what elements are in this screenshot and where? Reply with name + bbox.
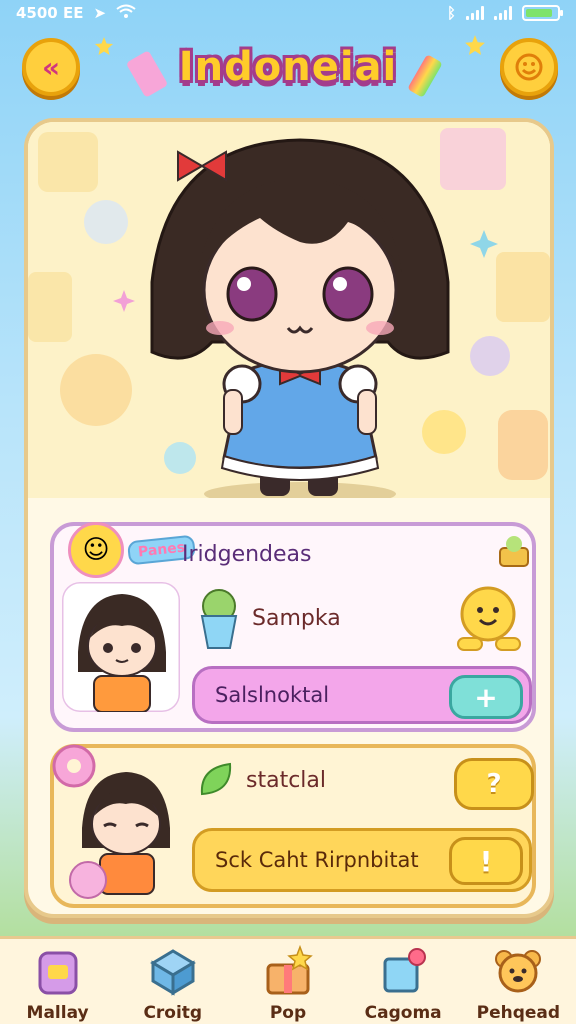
bg-doodle-gift xyxy=(496,252,550,322)
smiley-sun-icon xyxy=(515,53,543,81)
nav-label: Croitg xyxy=(143,1003,203,1023)
character-portrait xyxy=(28,122,550,498)
character-eye-shine-left xyxy=(237,277,251,291)
nav-item-croitg[interactable]: Croitg xyxy=(121,945,225,1023)
bottom-nav: Mallay Croitg Pop Cagoma Pehqead xyxy=(0,936,576,1024)
bg-doodle-bag xyxy=(28,272,72,342)
bg-doodle-box xyxy=(440,128,506,190)
battery-icon xyxy=(522,5,563,21)
nav-item-cagoma[interactable]: Cagoma xyxy=(351,945,455,1023)
ingredients-panel: ☺ Panes Iridgendeas Sampka Salslnoktal + xyxy=(50,522,536,732)
cat-face-icon: ☺ xyxy=(68,522,124,578)
bluetooth-icon: ᛒ xyxy=(446,4,456,22)
gift-box-icon xyxy=(266,945,313,995)
box-icon xyxy=(149,949,196,996)
bg-doodle-cone xyxy=(498,410,548,480)
ice-cream-cup-icon xyxy=(200,589,238,649)
bg-doodle-flower xyxy=(164,442,196,474)
bear-icon xyxy=(495,950,542,993)
item-row-sampka[interactable]: Sampka xyxy=(194,586,341,650)
question-mark-icon: ? xyxy=(486,769,502,799)
add-button[interactable]: + xyxy=(449,675,523,719)
character-eye-left xyxy=(226,266,278,322)
bg-doodle-cube xyxy=(38,132,98,192)
panes-badge: ☺ Panes xyxy=(68,522,197,578)
wifi-icon xyxy=(116,4,136,22)
character-arm-left xyxy=(223,389,243,435)
plus-icon: + xyxy=(474,680,498,714)
action-label: Salslnoktal xyxy=(215,683,330,707)
character-arm-right xyxy=(357,389,377,435)
salsinoktal-action-bar[interactable]: Salslnoktal + xyxy=(192,666,532,724)
nav-item-pehqead[interactable]: Pehqead xyxy=(466,945,570,1023)
character-cheek-right xyxy=(366,321,394,335)
help-button[interactable]: ? xyxy=(454,758,534,810)
item-label: statclal xyxy=(246,767,326,793)
nav-label: Cagoma xyxy=(364,1003,442,1023)
nav-item-mallay[interactable]: Mallay xyxy=(6,945,110,1023)
character-eye-shine-right xyxy=(333,277,347,291)
game-title: Indoneiai xyxy=(178,44,398,90)
nav-label: Mallay xyxy=(26,1003,89,1023)
item-label: Sampka xyxy=(252,605,341,631)
leaf-icon xyxy=(200,762,232,796)
sleepy-girl-avatar xyxy=(69,772,170,899)
bg-doodle-puff xyxy=(422,410,466,454)
signal-icon xyxy=(466,6,484,20)
nav-item-pop[interactable]: Pop xyxy=(236,945,340,1023)
character-eye-right xyxy=(322,266,374,322)
jar-icon xyxy=(38,951,78,995)
panel-heading: Iridgendeas xyxy=(182,542,312,567)
chef-girl-avatar xyxy=(62,582,180,712)
cube-icon xyxy=(383,948,427,993)
statclal-panel: statclal ? Sck Caht Rirpnbitat ! xyxy=(50,744,536,908)
status-time: 4500 EE xyxy=(16,4,84,22)
character-card: ☺ Panes Iridgendeas Sampka Salslnoktal + xyxy=(24,118,554,918)
nav-label: Pehqead xyxy=(476,1003,561,1023)
nav-label: Pop xyxy=(269,1003,307,1023)
exclamation-icon: ! xyxy=(479,844,493,878)
location-icon: ➤ xyxy=(93,4,107,22)
smiley-menu-button[interactable] xyxy=(500,38,558,96)
bg-doodle-ghost xyxy=(84,200,128,244)
item-row-statclal[interactable]: statclal xyxy=(194,758,326,802)
star-icon-2 xyxy=(465,35,485,55)
signal-icon-2 xyxy=(494,6,512,20)
header: « Indoneiai xyxy=(0,34,576,104)
yellow-blob-mascot-icon xyxy=(457,586,521,651)
sck-caht-action-bar[interactable]: Sck Caht Rirpnbitat ! xyxy=(192,828,532,892)
status-bar: 4500 EE ➤ ᛒ xyxy=(0,0,576,26)
cake-icon xyxy=(499,536,529,567)
character-cheek-left xyxy=(206,321,234,335)
bg-doodle-bear xyxy=(60,354,132,426)
action-label: Sck Caht Rirpnbitat xyxy=(215,848,419,872)
bg-doodle-cloud xyxy=(470,336,510,376)
alert-button[interactable]: ! xyxy=(449,837,523,885)
